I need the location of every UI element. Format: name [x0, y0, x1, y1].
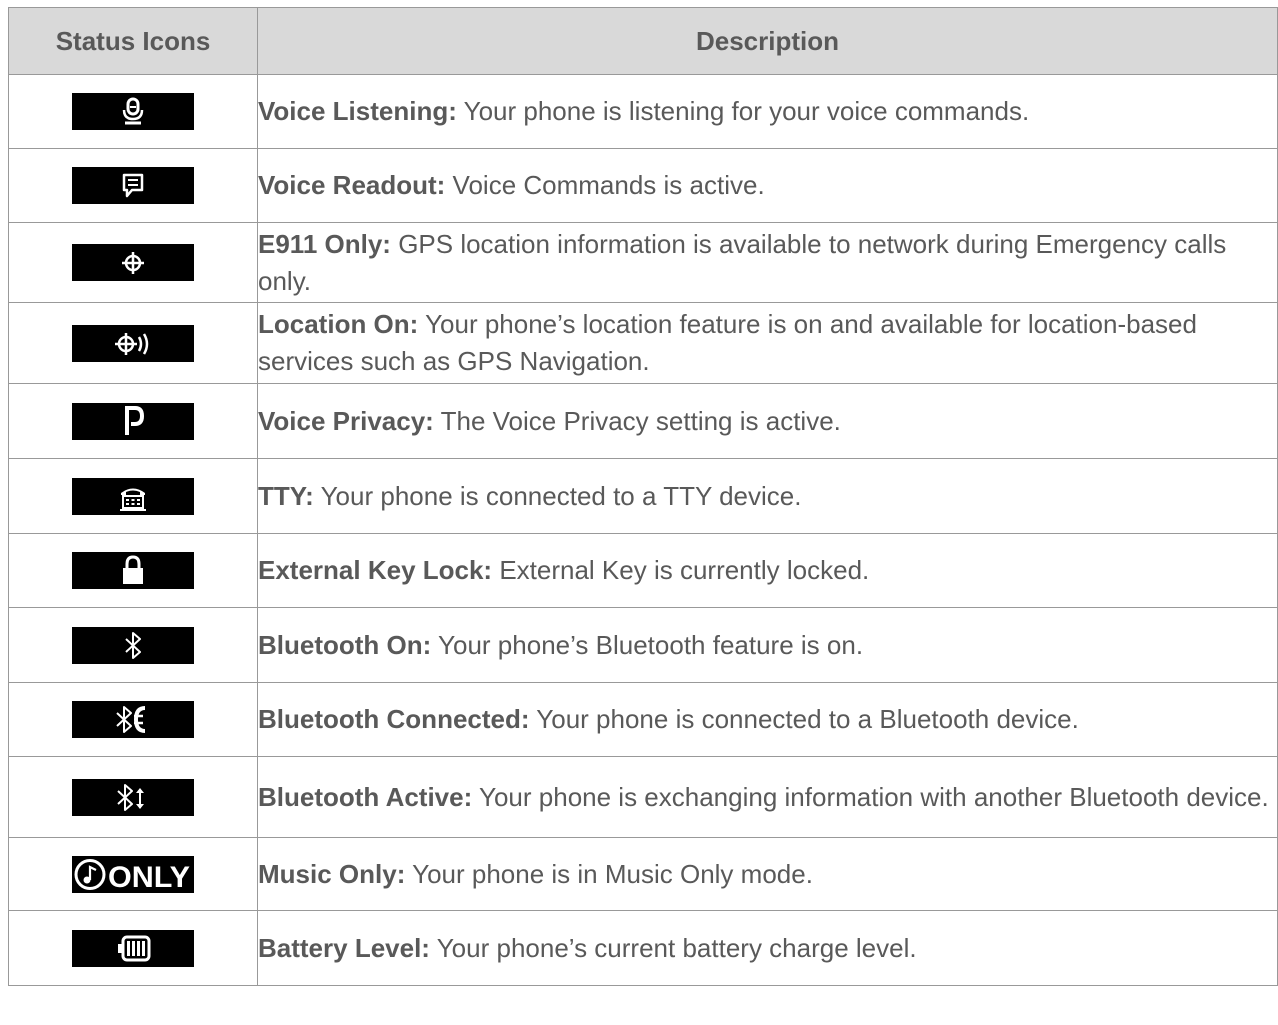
- row-term: Bluetooth Connected:: [258, 704, 530, 734]
- external-key-lock-icon: [72, 552, 194, 589]
- e911-only-icon: [72, 244, 194, 281]
- row-term: Battery Level:: [258, 932, 430, 963]
- table-row: Location On: Your phone’s location featu…: [8, 302, 1278, 384]
- icon-cell: [8, 910, 258, 986]
- voice-privacy-icon: [72, 402, 194, 440]
- row-text: GPS location information is available to…: [258, 228, 1227, 296]
- icon-cell: [8, 383, 258, 459]
- music-only-icon-text: ONLY: [108, 861, 190, 893]
- description-cell: Bluetooth Active: Your phone is exchangi…: [257, 756, 1278, 838]
- bluetooth-connected-icon: [72, 701, 194, 738]
- description-cell: Music Only: Your phone is in Music Only …: [257, 837, 1278, 911]
- row-text: Your phone is in Music Only mode.: [405, 858, 813, 889]
- voice-readout-icon: [72, 167, 194, 204]
- bluetooth-active-icon: [72, 778, 194, 816]
- table-row: ONLY Music Only: Your phone is in Music …: [8, 837, 1278, 911]
- row-term: TTY:: [258, 480, 314, 511]
- table-row: Bluetooth Active: Your phone is exchangi…: [8, 756, 1278, 838]
- table-row: Bluetooth On: Your phone’s Bluetooth fea…: [8, 607, 1278, 683]
- row-text: Your phone is exchanging information wit…: [472, 781, 1269, 812]
- music-only-icon: ONLY: [72, 855, 194, 893]
- icon-cell: [8, 458, 258, 534]
- row-text: Your phone is listening for your voice c…: [456, 96, 1030, 126]
- row-text: The Voice Privacy setting is active.: [433, 405, 841, 436]
- tty-icon: [72, 477, 194, 515]
- icon-cell: [8, 533, 258, 608]
- icon-cell: [8, 148, 258, 223]
- description-cell: E911 Only: GPS location information is a…: [257, 222, 1278, 303]
- table-row: Battery Level: Your phone’s current batt…: [8, 910, 1278, 986]
- row-text: Your phone is connected to a TTY device.: [313, 480, 802, 511]
- table-row: Voice Privacy: The Voice Privacy setting…: [8, 383, 1278, 459]
- icon-cell: ONLY: [8, 837, 258, 911]
- status-icons-table: Status Icons Description Voice Listening…: [8, 7, 1278, 986]
- table-row: E911 Only: GPS location information is a…: [8, 222, 1278, 303]
- icon-cell: [8, 607, 258, 683]
- icon-cell: [8, 682, 258, 757]
- description-cell: Voice Readout: Voice Commands is active.: [257, 148, 1278, 223]
- row-term: Voice Readout:: [258, 170, 446, 200]
- bluetooth-on-icon: [72, 626, 194, 664]
- row-text: Your phone’s Bluetooth feature is on.: [431, 629, 864, 660]
- description-cell: Bluetooth Connected: Your phone is conne…: [257, 682, 1278, 757]
- row-term: Voice Listening:: [258, 96, 457, 126]
- row-text: Your phone is connected to a Bluetooth d…: [529, 704, 1079, 734]
- row-term: Voice Privacy:: [258, 405, 434, 436]
- row-term: Bluetooth On:: [258, 629, 432, 660]
- row-term: Music Only:: [258, 858, 406, 889]
- row-term: E911 Only:: [258, 228, 391, 259]
- icon-cell: [8, 756, 258, 838]
- table-row: Voice Listening: Your phone is listening…: [8, 74, 1278, 149]
- description-cell: Bluetooth On: Your phone’s Bluetooth fea…: [257, 607, 1278, 683]
- description-cell: Location On: Your phone’s location featu…: [257, 302, 1278, 384]
- icon-cell: [8, 222, 258, 303]
- row-text: External Key is currently locked.: [492, 555, 870, 585]
- table-row: Bluetooth Connected: Your phone is conne…: [8, 682, 1278, 757]
- description-cell: External Key Lock: External Key is curre…: [257, 533, 1278, 608]
- table-row: Voice Readout: Voice Commands is active.: [8, 148, 1278, 223]
- header-status-icons: Status Icons: [8, 7, 258, 75]
- icon-cell: [8, 74, 258, 149]
- row-text: Voice Commands is active.: [445, 170, 765, 200]
- icon-cell: [8, 302, 258, 384]
- row-term: Bluetooth Active:: [258, 781, 473, 812]
- location-on-icon: [72, 324, 194, 362]
- page: Status Icons Description Voice Listening…: [0, 0, 1278, 1025]
- description-cell: Battery Level: Your phone’s current batt…: [257, 910, 1278, 986]
- table-row: External Key Lock: External Key is curre…: [8, 533, 1278, 608]
- description-cell: Voice Privacy: The Voice Privacy setting…: [257, 383, 1278, 459]
- description-cell: Voice Listening: Your phone is listening…: [257, 74, 1278, 149]
- table-header-row: Status Icons Description: [8, 7, 1278, 75]
- row-text: Your phone’s current battery charge leve…: [429, 932, 917, 963]
- voice-listening-icon: [72, 93, 194, 130]
- table-row: TTY: Your phone is connected to a TTY de…: [8, 458, 1278, 534]
- battery-level-icon: [72, 929, 194, 967]
- header-description: Description: [257, 7, 1278, 75]
- row-term: Location On:: [258, 309, 419, 339]
- description-cell: TTY: Your phone is connected to a TTY de…: [257, 458, 1278, 534]
- row-term: External Key Lock:: [258, 555, 493, 585]
